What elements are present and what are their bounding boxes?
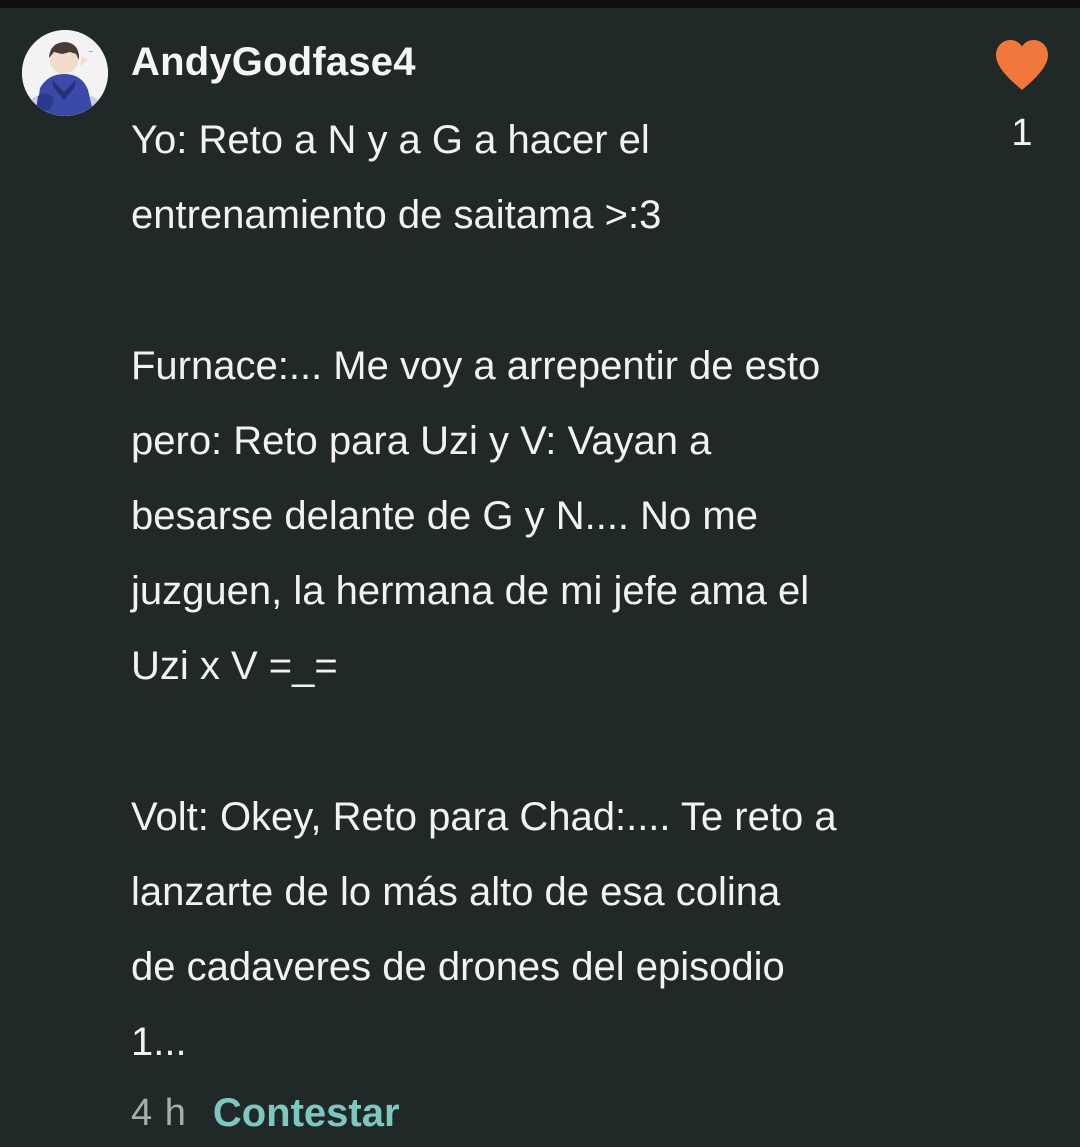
- user-avatar-icon: ~: [22, 30, 108, 116]
- reply-button[interactable]: Contestar: [213, 1091, 400, 1136]
- author-username[interactable]: AndyGodfase4: [131, 40, 416, 85]
- comment-timestamp: 4 h: [131, 1091, 187, 1134]
- top-edge-strip: [0, 0, 1080, 8]
- comment-text: Yo: Reto a N y a G a hacer el entrenamie…: [131, 118, 837, 1065]
- like-count: 1: [1011, 112, 1033, 154]
- svg-text:~: ~: [88, 48, 94, 56]
- like-button[interactable]: [994, 38, 1050, 92]
- author-avatar[interactable]: ~: [22, 30, 108, 116]
- comment-footer: 4 h Contestar: [131, 1088, 400, 1138]
- heart-icon: [996, 40, 1048, 90]
